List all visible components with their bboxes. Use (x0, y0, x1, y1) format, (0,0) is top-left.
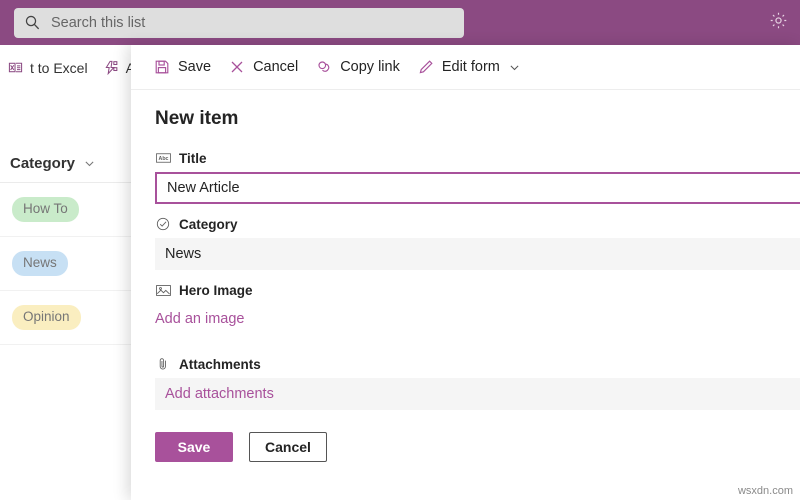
watermark: wsxdn.com (738, 485, 793, 497)
abc-text-field-icon: Abc (155, 150, 171, 166)
cancel-command-label: Cancel (253, 59, 298, 75)
copy-link-command-label: Copy link (340, 59, 400, 75)
category-pill: Opinion (12, 305, 81, 330)
app-header (0, 0, 800, 45)
column-header-label: Category (10, 155, 75, 172)
field-attachments-label: Attachments (179, 357, 261, 372)
add-an-image-link[interactable]: Add an image (155, 304, 800, 334)
pencil-edit-icon (418, 59, 434, 75)
link-chain-icon (316, 59, 332, 75)
search-box[interactable] (14, 8, 464, 38)
new-item-panel: Save Cancel Copy link (131, 45, 800, 500)
paperclip-icon (155, 356, 171, 372)
settings-button[interactable] (764, 9, 792, 37)
copy-link-command-button[interactable]: Copy link (307, 45, 409, 89)
search-icon (24, 14, 42, 32)
category-value-field[interactable]: News (155, 238, 800, 270)
export-to-excel-command[interactable]: t to Excel (0, 46, 96, 90)
gear-icon (769, 11, 788, 35)
category-pill: News (12, 251, 68, 276)
close-x-icon (229, 59, 245, 75)
add-an-image-label: Add an image (155, 311, 244, 327)
field-attachments: Attachments Add attachments (155, 356, 800, 410)
category-value: News (165, 246, 201, 262)
field-title-label: Title (179, 151, 207, 166)
field-attachments-label-row: Attachments (155, 356, 800, 372)
edit-form-command-label: Edit form (442, 59, 500, 75)
add-attachments-label: Add attachments (165, 386, 274, 402)
page-title: New item (155, 108, 800, 130)
category-pill: How To (12, 197, 79, 222)
excel-export-icon (8, 60, 23, 75)
check-circle-icon (155, 216, 171, 232)
field-title: Abc Title (155, 150, 800, 204)
save-command-button[interactable]: Save (145, 45, 220, 89)
title-input[interactable] (155, 172, 800, 204)
picture-image-icon (155, 282, 171, 298)
save-floppy-icon (154, 59, 170, 75)
panel-command-bar: Save Cancel Copy link (131, 45, 800, 90)
field-category: Category News (155, 216, 800, 270)
cancel-button[interactable]: Cancel (249, 432, 327, 462)
save-command-label: Save (178, 59, 211, 75)
field-category-label: Category (179, 217, 238, 232)
export-to-excel-label: t to Excel (30, 60, 88, 76)
chevron-down-icon[interactable] (508, 61, 521, 74)
search-input[interactable] (51, 15, 454, 31)
field-title-label-row: Abc Title (155, 150, 800, 166)
save-button[interactable]: Save (155, 432, 233, 462)
panel-action-buttons: Save Cancel (155, 432, 800, 462)
chevron-down-icon[interactable] (83, 157, 96, 170)
edit-form-command-button[interactable]: Edit form (409, 45, 530, 89)
field-category-label-row: Category (155, 216, 800, 232)
svg-text:Abc: Abc (158, 156, 168, 162)
field-hero-image-label-row: Hero Image (155, 282, 800, 298)
field-hero-image: Hero Image Add an image (155, 282, 800, 334)
panel-form-body: New item Abc Title (131, 90, 800, 462)
add-attachments-link[interactable]: Add attachments (155, 378, 800, 410)
automate-flow-icon (104, 60, 119, 75)
cancel-command-button[interactable]: Cancel (220, 45, 307, 89)
field-hero-image-label: Hero Image (179, 283, 253, 298)
